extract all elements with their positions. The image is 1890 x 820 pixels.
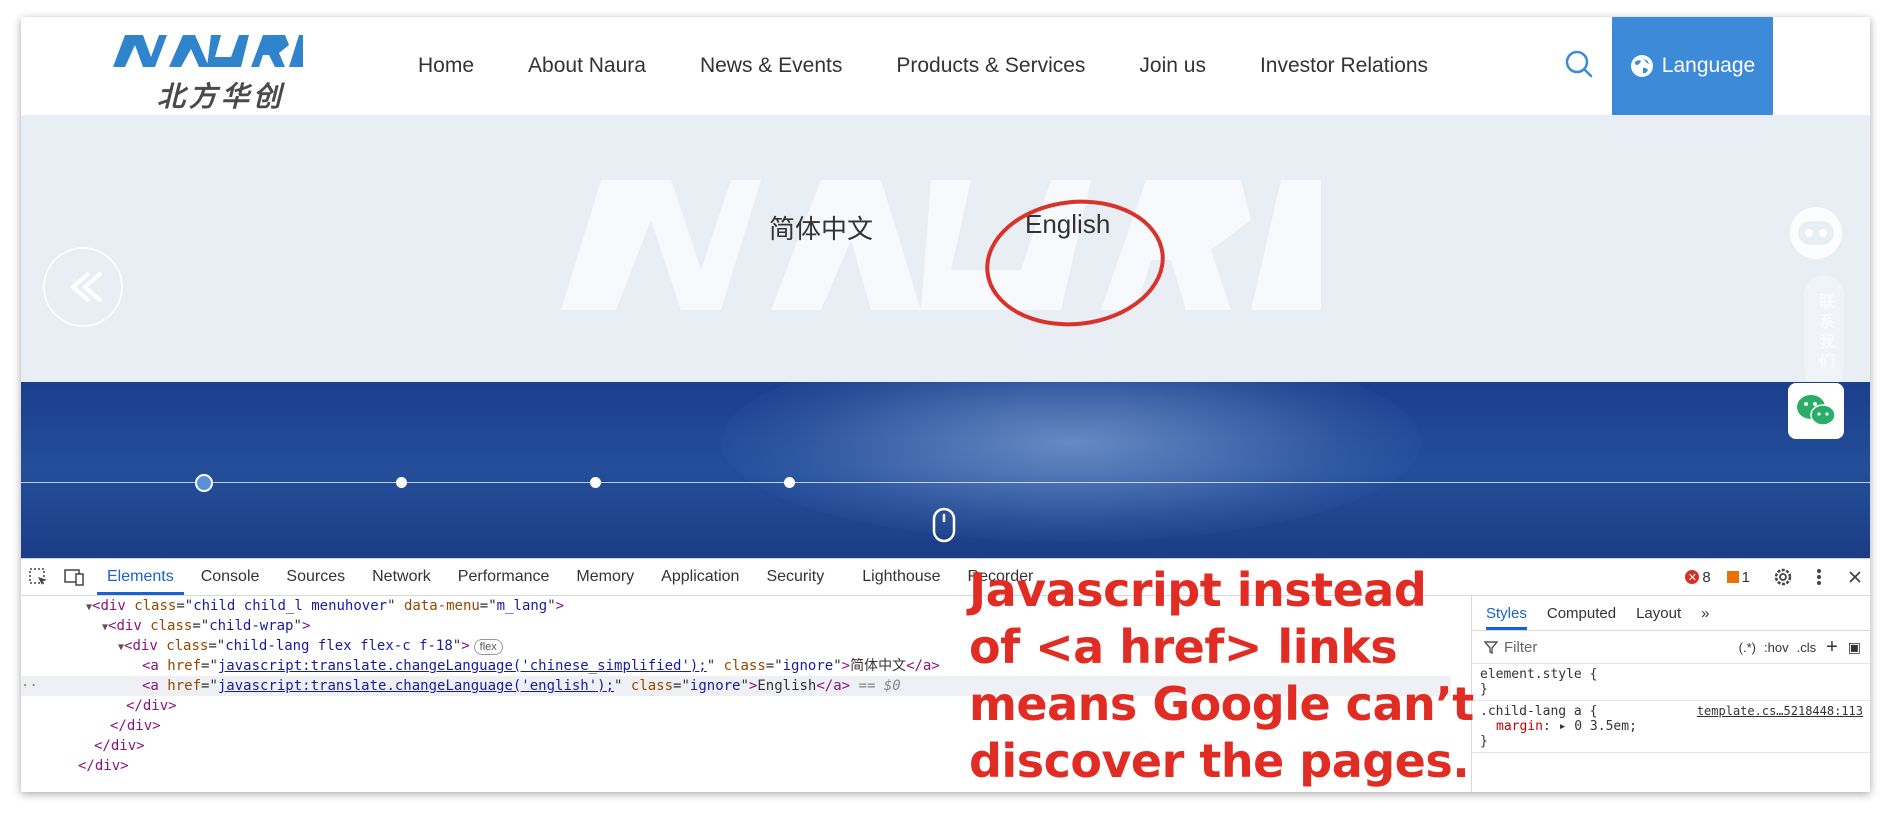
lang-option-chinese[interactable]: 简体中文 bbox=[769, 209, 873, 246]
tab-performance[interactable]: Performance bbox=[458, 568, 550, 586]
nav-news-events[interactable]: News & Events bbox=[700, 54, 842, 78]
more-vertical-icon[interactable] bbox=[1808, 566, 1830, 588]
warning-flag-icon bbox=[1726, 571, 1739, 583]
timeline-dot[interactable] bbox=[396, 477, 407, 488]
dom-node-line[interactable]: <a href="javascript:translate.changeLang… bbox=[142, 656, 940, 676]
naura-logo[interactable]: 北方华创 bbox=[113, 29, 303, 112]
css-property[interactable]: margin bbox=[1496, 719, 1543, 734]
devtools-status: ✕ 8 1 bbox=[1685, 559, 1870, 595]
regex-toggle[interactable]: (.*) bbox=[1739, 640, 1756, 655]
close-icon[interactable] bbox=[1844, 566, 1866, 588]
rule-source-link[interactable]: template.cs…5218448:113 bbox=[1697, 704, 1863, 719]
nav-investor-relations[interactable]: Investor Relations bbox=[1260, 54, 1428, 78]
naura-logo-mark bbox=[113, 35, 303, 67]
language-button[interactable]: Language bbox=[1612, 17, 1773, 115]
error-counter[interactable]: ✕ 8 bbox=[1685, 568, 1711, 586]
prev-slide-button[interactable] bbox=[43, 247, 123, 327]
nav-about[interactable]: About Naura bbox=[528, 54, 646, 78]
tab-computed[interactable]: Computed bbox=[1547, 605, 1616, 622]
warning-counter[interactable]: 1 bbox=[1726, 568, 1750, 586]
cls-toggle[interactable]: .cls bbox=[1797, 640, 1817, 655]
error-icon: ✕ bbox=[1685, 570, 1700, 584]
styles-filter[interactable]: Filter (.*) :hov .cls + ▣ bbox=[1472, 631, 1870, 664]
paint-icon[interactable]: ▣ bbox=[1848, 639, 1861, 656]
language-label: Language bbox=[1661, 54, 1756, 77]
aurora-glow bbox=[721, 382, 1421, 542]
rule-close: } bbox=[1480, 682, 1488, 697]
globe-icon bbox=[1630, 55, 1653, 77]
inspect-element-icon[interactable] bbox=[27, 566, 49, 588]
nav-home[interactable]: Home bbox=[418, 54, 474, 78]
timeline-line bbox=[21, 482, 1870, 483]
chatbot-robot-icon[interactable] bbox=[1784, 203, 1848, 267]
tab-network[interactable]: Network bbox=[372, 568, 431, 586]
rule-close: } bbox=[1480, 734, 1488, 749]
tab-console[interactable]: Console bbox=[201, 568, 260, 586]
dom-node-line[interactable]: </div> bbox=[78, 756, 129, 776]
devtools-panel: Elements Console Sources Network Perform… bbox=[21, 558, 1870, 792]
dom-node-line[interactable]: ▼<div class="child child_l menuhover" da… bbox=[86, 596, 564, 616]
site-header: 北方华创 Home About Naura News & Events Prod… bbox=[21, 17, 1870, 115]
more-tabs-icon[interactable]: » bbox=[1701, 605, 1709, 622]
timeline-dot-active[interactable] bbox=[195, 474, 213, 492]
styles-tabbar: Styles Computed Layout » bbox=[1472, 596, 1870, 631]
dom-node-line[interactable]: ▼<div class="child-wrap"> bbox=[102, 616, 310, 636]
seo-annotation-text: Javascript instead of <a href> links mea… bbox=[969, 563, 1474, 788]
tab-lighthouse[interactable]: Lighthouse bbox=[862, 568, 940, 586]
css-value[interactable]: 0 3.5em; bbox=[1574, 719, 1637, 734]
tab-application[interactable]: Application bbox=[661, 568, 739, 586]
devtools-tabbar: Elements Console Sources Network Perform… bbox=[21, 559, 1870, 596]
rule-selector: element.style { bbox=[1480, 667, 1598, 682]
dom-node-line[interactable]: </div> bbox=[94, 736, 145, 756]
dom-node-line[interactable]: ▼<div class="child-lang flex flex-c f-18… bbox=[118, 636, 503, 656]
dom-node-line[interactable]: </div> bbox=[126, 696, 177, 716]
nav-products-services[interactable]: Products & Services bbox=[896, 54, 1085, 78]
wechat-button[interactable] bbox=[1788, 383, 1844, 439]
flex-badge[interactable]: flex bbox=[473, 639, 503, 655]
tab-memory[interactable]: Memory bbox=[576, 568, 634, 586]
tab-elements[interactable]: Elements bbox=[97, 568, 184, 595]
new-rule-icon[interactable]: + bbox=[1826, 636, 1838, 659]
timeline-dot[interactable] bbox=[590, 477, 601, 488]
browser-window: 北方华创 Home About Naura News & Events Prod… bbox=[21, 17, 1870, 792]
mouse-scroll-icon[interactable] bbox=[932, 507, 956, 543]
dom-node-line[interactable]: </div> bbox=[110, 716, 161, 736]
gear-icon[interactable] bbox=[1772, 566, 1794, 588]
warning-count: 1 bbox=[1741, 568, 1750, 586]
styles-pane: Styles Computed Layout » Filter (.*) :ho… bbox=[1471, 596, 1870, 792]
style-rule-element[interactable]: element.style { } bbox=[1472, 664, 1870, 701]
style-rule-child-lang[interactable]: .child-lang a { template.cs…5218448:113 … bbox=[1472, 701, 1870, 753]
nav-join-us[interactable]: Join us bbox=[1139, 54, 1206, 78]
rule-selector: .child-lang a { bbox=[1480, 704, 1598, 719]
double-chevron-left-icon bbox=[69, 271, 103, 303]
tab-security[interactable]: Security bbox=[766, 568, 824, 586]
hov-toggle[interactable]: :hov bbox=[1764, 640, 1789, 655]
tab-layout[interactable]: Layout bbox=[1636, 605, 1681, 622]
hero-banner bbox=[21, 382, 1870, 558]
main-nav: Home About Naura News & Events Products … bbox=[418, 17, 1482, 115]
naura-watermark bbox=[561, 180, 1321, 310]
tab-sources[interactable]: Sources bbox=[286, 568, 345, 586]
timeline-dot[interactable] bbox=[784, 477, 795, 488]
device-toolbar-icon[interactable] bbox=[63, 566, 85, 588]
error-count: 8 bbox=[1702, 568, 1711, 586]
logo-chinese-text: 北方华创 bbox=[157, 81, 286, 112]
contact-us-tab[interactable]: 联系我们 bbox=[1804, 275, 1844, 382]
language-panel: 简体中文 English 联系我们 bbox=[21, 115, 1870, 382]
tab-styles[interactable]: Styles bbox=[1486, 605, 1527, 630]
filter-placeholder: Filter bbox=[1504, 638, 1538, 656]
wechat-icon bbox=[1797, 395, 1836, 426]
search-icon[interactable] bbox=[1562, 47, 1598, 83]
